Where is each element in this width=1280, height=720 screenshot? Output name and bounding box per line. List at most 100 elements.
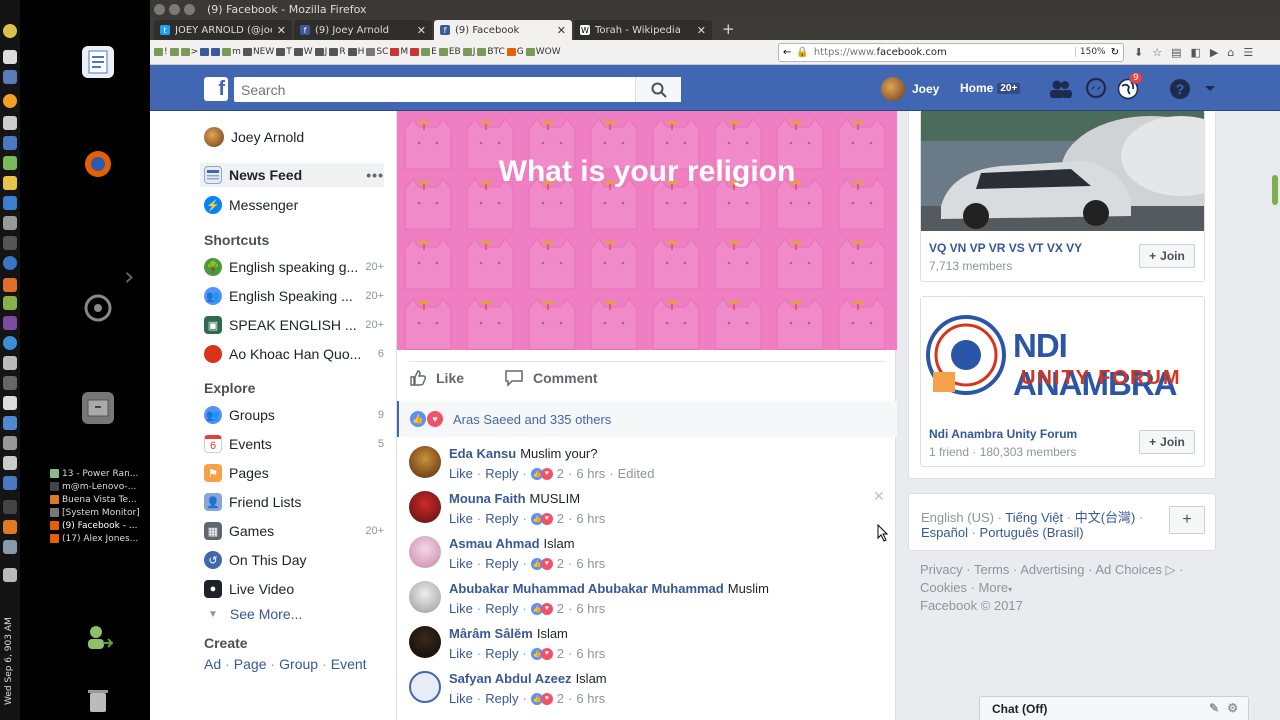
see-more-link[interactable]: ▼ See More... — [204, 606, 302, 622]
tab-joey-arnold[interactable]: f (9) Joey Arnold ✕ — [294, 20, 432, 40]
firefox-icon[interactable] — [82, 148, 114, 180]
bookmark-item[interactable]: G — [506, 47, 524, 57]
commenter-name[interactable]: Safyan Abdul Azeez — [449, 671, 572, 686]
zoom-level[interactable]: 150% — [1074, 47, 1106, 57]
app-icon[interactable] — [3, 296, 17, 310]
hide-comment-close-icon[interactable]: ✕ — [873, 488, 885, 505]
bitcoin-icon[interactable] — [3, 94, 17, 108]
comment-reactions[interactable]: 👍 ♥ — [530, 647, 553, 660]
group-cover-image[interactable] — [921, 111, 1204, 231]
app-icon[interactable] — [3, 416, 17, 430]
comment-button[interactable]: Comment — [504, 369, 598, 387]
comment-time[interactable]: 6 hrs — [576, 601, 605, 616]
new-tab-button[interactable]: + — [714, 20, 743, 40]
app-icon[interactable] — [3, 436, 17, 450]
app-icon[interactable] — [3, 396, 17, 410]
create-group-link[interactable]: Group — [279, 656, 318, 672]
close-icon[interactable]: ✕ — [697, 24, 706, 37]
explore-live-video[interactable]: ● Live Video — [204, 577, 384, 601]
join-group-button[interactable]: + Join — [1139, 430, 1195, 454]
app-icon[interactable] — [3, 24, 17, 38]
comment-reactions[interactable]: 👍 ♥ — [530, 602, 553, 615]
bookmark-item[interactable]: EB — [438, 47, 461, 57]
language-link[interactable]: Português (Brasil) — [980, 525, 1084, 540]
cookies-link[interactable]: Cookies — [920, 580, 967, 595]
commenter-name[interactable]: Abubakar Muhammad Abubakar Muhammad — [449, 581, 724, 596]
bookmark-item[interactable]: M — [390, 47, 408, 57]
more-link[interactable]: More — [979, 580, 1009, 595]
language-link[interactable]: Tiếng Việt — [1005, 510, 1063, 525]
terms-link[interactable]: Terms — [974, 562, 1009, 577]
avatar[interactable] — [409, 536, 441, 568]
bookmark-item[interactable]: H — [347, 47, 364, 57]
explore-groups[interactable]: 👥 Groups 9 — [204, 403, 384, 427]
comment-reactions[interactable]: 👍 ♥ — [530, 557, 553, 570]
create-page-link[interactable]: Page — [234, 656, 267, 672]
app-icon[interactable] — [3, 136, 17, 150]
explore-events[interactable]: 6 Events 5 — [204, 432, 384, 456]
more-languages-button[interactable]: + — [1169, 506, 1205, 534]
ad-choices-link[interactable]: Ad Choices — [1095, 562, 1161, 577]
comment-reactions[interactable]: 👍 ♥ — [530, 512, 553, 525]
ubuntu-icon[interactable] — [82, 292, 114, 324]
app-icon[interactable] — [3, 236, 17, 250]
window-list-item[interactable]: (9) Facebook - ... — [50, 519, 148, 532]
bookmark-item[interactable]: R — [329, 47, 346, 57]
comment-like-link[interactable]: Like — [449, 601, 473, 616]
comment-reply-link[interactable]: Reply — [485, 691, 518, 706]
tab-twitter[interactable]: t JOEY ARNOLD (@joey ✕ — [154, 20, 292, 40]
bookmark-star-icon[interactable]: ☆ — [1152, 46, 1162, 59]
comment-time[interactable]: 6 hrs — [576, 691, 605, 706]
close-icon[interactable]: ✕ — [557, 24, 566, 37]
bookmark-item[interactable] — [169, 47, 179, 57]
group-name[interactable]: VQ VN VP VR VS VT VX VY — [929, 241, 1082, 255]
menu-icon[interactable]: ☰ — [1243, 46, 1253, 59]
post-image[interactable]: What is your religion — [397, 111, 897, 350]
facebook-logo[interactable]: f — [204, 77, 228, 101]
app-icon[interactable] — [3, 196, 17, 210]
bookmark-item[interactable]: J — [314, 47, 327, 57]
vlc-icon[interactable] — [3, 520, 17, 534]
commenter-name[interactable]: Asmau Ahmad — [449, 536, 540, 551]
shortcut-item[interactable]: 🌳 English speaking g... 20+ — [204, 255, 384, 279]
file-cabinet-icon[interactable] — [82, 392, 114, 424]
reactions-summary[interactable]: 👍 ♥ Aras Saeed and 335 others — [397, 401, 897, 437]
nav-news-feed[interactable]: News Feed ••• — [200, 163, 384, 187]
avatar[interactable] — [409, 626, 441, 658]
commenter-name[interactable]: Mouna Faith — [449, 491, 526, 506]
account-menu-caret-icon[interactable] — [1198, 77, 1222, 101]
group-cover-image[interactable]: NDI ANAMBRA UNITY FORUM — [921, 297, 1204, 417]
window-list-item[interactable]: Buena Vista Te... — [50, 493, 148, 506]
close-window-button[interactable] — [154, 3, 165, 15]
language-link[interactable]: 中文(台灣) — [1075, 510, 1136, 525]
language-link[interactable]: Español — [921, 525, 968, 540]
comment-time[interactable]: 6 hrs — [576, 646, 605, 661]
app-icon[interactable] — [3, 256, 17, 270]
library-icon[interactable]: ▤ — [1171, 46, 1181, 59]
app-icon[interactable] — [3, 356, 17, 370]
friend-requests-icon[interactable] — [1049, 77, 1073, 101]
profile-link[interactable]: Joey — [881, 77, 939, 101]
new-message-icon[interactable]: ✎ — [1209, 701, 1219, 715]
close-icon[interactable]: ✕ — [417, 24, 426, 37]
like-button[interactable]: Like — [409, 369, 464, 387]
scrollbar-thumb[interactable] — [1272, 175, 1278, 205]
comment-reply-link[interactable]: Reply — [485, 601, 518, 616]
create-event-link[interactable]: Event — [331, 656, 367, 672]
close-icon[interactable]: ✕ — [277, 24, 286, 37]
chevron-right-icon[interactable]: › — [124, 262, 134, 292]
app-icon[interactable] — [3, 278, 17, 292]
notifications-globe-icon[interactable]: 9 — [1116, 72, 1143, 101]
comment-time[interactable]: 6 hrs — [576, 511, 605, 526]
shortcut-item[interactable]: 👥 English Speaking ... 20+ — [204, 284, 384, 308]
app-icon[interactable] — [3, 376, 17, 390]
youtube-icon[interactable]: ▶ — [1210, 46, 1218, 59]
pocket-icon[interactable]: ◧ — [1191, 46, 1201, 59]
comment-like-link[interactable]: Like — [449, 466, 473, 481]
app-icon[interactable] — [3, 456, 17, 470]
minimize-window-button[interactable] — [169, 3, 180, 15]
bookmark-item[interactable] — [211, 47, 221, 57]
volume-icon[interactable] — [3, 568, 17, 582]
comment-reply-link[interactable]: Reply — [485, 466, 518, 481]
lock-icon[interactable]: 🔒 — [796, 47, 808, 58]
